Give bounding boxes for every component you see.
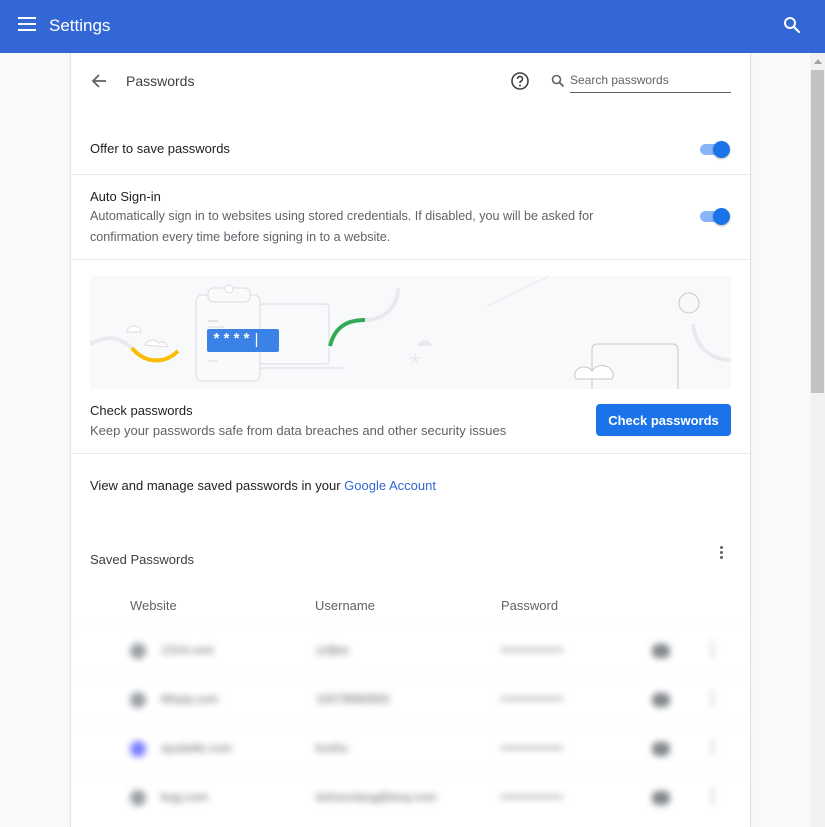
scroll-up-arrow-icon[interactable] — [814, 59, 822, 64]
column-header-username: Username — [315, 598, 375, 613]
password-row[interactable]: ayubelle.com koshu •••••••••••• — [71, 723, 750, 772]
check-passwords-button[interactable]: Check passwords — [596, 404, 731, 436]
saved-passwords-header: Saved Passwords — [71, 523, 750, 583]
site-name[interactable]: 6thpiy.com — [161, 692, 218, 706]
search-passwords-input[interactable] — [570, 71, 731, 93]
masked-password: •••••••••••• — [501, 643, 564, 657]
username: bshunclang@tesy.com — [316, 790, 437, 804]
subpage-header: Passwords — [71, 53, 750, 110]
auto-sign-in-label: Auto Sign-in — [90, 189, 161, 204]
arrow-back-icon[interactable] — [90, 72, 108, 90]
page-scrollbar[interactable] — [810, 53, 825, 827]
page-title: Passwords — [126, 73, 195, 89]
show-password-icon[interactable] — [652, 791, 670, 805]
svg-text:*: * — [410, 348, 421, 379]
more-actions-icon[interactable] — [711, 640, 714, 658]
site-favicon — [130, 790, 146, 806]
offer-to-save-toggle[interactable] — [699, 140, 731, 158]
masked-password-field: ****| — [207, 329, 279, 352]
masked-password: •••••••••••• — [501, 741, 564, 755]
site-name[interactable]: ayubelle.com — [161, 741, 232, 755]
top-app-bar: Settings — [0, 0, 825, 53]
check-passwords-section: * ****| Check passwords Keep your passwo… — [71, 259, 750, 453]
username: 15578680893 — [316, 692, 390, 706]
masked-password: •••••••••••• — [501, 692, 564, 706]
password-row[interactable]: bujy.com bshunclang@tesy.com •••••••••••… — [71, 772, 750, 821]
check-passwords-title: Check passwords — [90, 403, 193, 418]
offer-to-save-label: Offer to save passwords — [90, 141, 230, 156]
password-check-illustration: * ****| — [90, 276, 731, 389]
username: koshu — [316, 741, 349, 755]
auto-sign-in-description: Automatically sign in to websites using … — [90, 209, 594, 244]
search-icon[interactable] — [782, 15, 802, 35]
auto-sign-in-row: Auto Sign-in Automatically sign in to we… — [71, 174, 750, 259]
show-password-icon[interactable] — [652, 644, 670, 658]
google-account-row: View and manage saved passwords in your … — [71, 453, 750, 523]
more-actions-icon[interactable] — [711, 689, 714, 707]
site-name[interactable]: bujy.com — [161, 790, 208, 804]
show-password-icon[interactable] — [652, 693, 670, 707]
search-passwords-field — [551, 71, 731, 93]
google-account-link[interactable]: Google Account — [344, 478, 436, 493]
more-actions-icon[interactable] — [711, 738, 714, 756]
password-table-header: Website Username Password — [71, 583, 750, 625]
offer-to-save-row: Offer to save passwords — [71, 110, 750, 174]
more-actions-icon[interactable] — [711, 787, 714, 805]
username: zzfjkw — [316, 643, 349, 657]
search-icon — [551, 74, 565, 88]
google-account-text: View and manage saved passwords in your … — [90, 478, 436, 493]
help-circle-icon[interactable] — [510, 71, 530, 91]
show-password-icon[interactable] — [652, 742, 670, 756]
site-favicon — [130, 643, 146, 659]
scrollbar-thumb[interactable] — [811, 70, 824, 393]
passwords-card: Passwords Offer to save passwords Auto S… — [70, 53, 751, 827]
column-header-password: Password — [501, 598, 559, 613]
more-vert-icon[interactable] — [714, 546, 728, 566]
app-title: Settings — [49, 16, 111, 35]
masked-password: •••••••••••• — [501, 790, 564, 804]
column-header-website: Website — [130, 598, 177, 613]
check-passwords-description: Keep your passwords safe from data breac… — [90, 423, 507, 438]
site-name[interactable]: 1314.com — [161, 643, 214, 657]
password-row[interactable]: 1314.com zzfjkw •••••••••••• — [71, 625, 750, 674]
password-row[interactable]: 6thpiy.com 15578680893 •••••••••••• — [71, 674, 750, 723]
site-favicon — [130, 741, 146, 757]
hamburger-menu-icon[interactable] — [18, 17, 36, 31]
saved-passwords-title: Saved Passwords — [90, 552, 195, 567]
auto-sign-in-toggle[interactable] — [699, 207, 731, 225]
site-favicon — [130, 692, 146, 708]
